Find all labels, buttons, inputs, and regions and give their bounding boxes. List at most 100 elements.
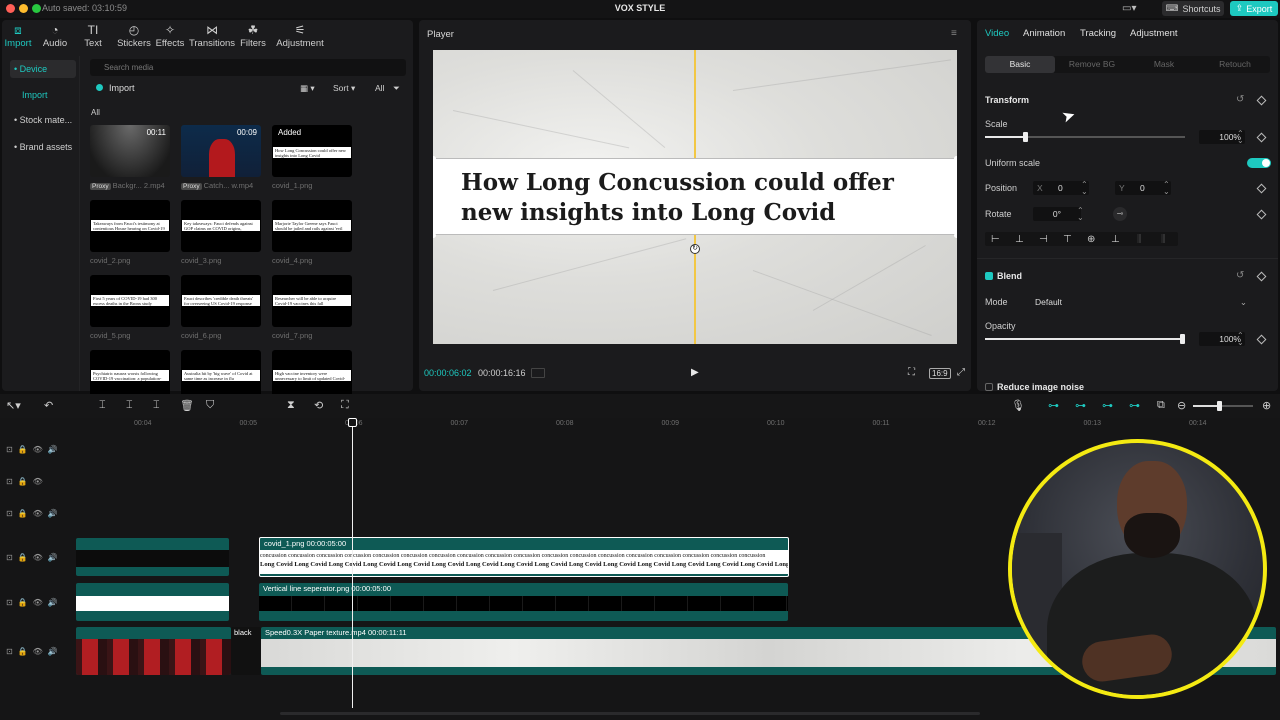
track-controls[interactable]: ⊡🔒👁🔊 [6,553,63,562]
zoom-slider-knob[interactable] [1217,401,1222,411]
sidebar-item-stock[interactable]: • Stock mate... [10,111,76,129]
transform-heading[interactable]: Transform [985,95,1029,105]
tool-transitions[interactable]: ⋈ Transitions [188,23,236,49]
mirror-icon[interactable]: ⧗ [287,399,295,412]
opacity-stepper-icon[interactable]: ⌃ ⌄ [1237,332,1244,347]
align-top-icon[interactable]: ⊤ [1063,234,1072,245]
opacity-slider[interactable] [985,334,1185,344]
aspect-ratio-button[interactable]: 16:9 [929,368,951,379]
playhead[interactable] [352,418,353,708]
sidebar-item-device[interactable]: • Device [10,60,76,78]
split-right-icon[interactable]: ⌶ [153,399,160,412]
tool-effects[interactable]: ✧ Effects [152,23,188,49]
snap-icon[interactable]: ⊶ [1048,399,1059,412]
subtab-mask[interactable]: Mask [1129,56,1199,73]
crop-icon[interactable]: ⛶ [341,399,349,412]
menu-icon[interactable]: ≡ [951,28,957,39]
align-bottom-icon[interactable]: ⊥ [1111,234,1120,245]
track-controls[interactable]: ⊡🔒👁🔊 [6,647,63,656]
keyframe-icon[interactable] [1256,132,1267,143]
subtab-remove-bg[interactable]: Remove BG [1057,56,1127,73]
distribute-v-icon[interactable]: ⫼ [1161,234,1166,245]
caption-icon[interactable]: ⧉ [1157,399,1165,412]
sidebar-item-brand-assets[interactable]: • Brand assets [10,138,76,156]
blend-mode-select[interactable]: Default ⌄ [1033,295,1251,309]
auto-ripple-icon[interactable]: ⊶ [1129,399,1140,412]
time-ruler[interactable]: 00:0400:0500:0600:0700:0800:0900:1000:11… [76,418,1280,432]
media-thumbnail[interactable]: Takeaways from Fauci's testimony at cont… [90,200,170,252]
tool-text[interactable]: TI Text [76,23,110,49]
timeline-scrollbar[interactable] [280,712,980,715]
tab-adjustment[interactable]: Adjustment [1130,28,1178,39]
media-thumbnail[interactable]: 00:09 [181,125,261,177]
stepper-icon[interactable]: ⌃ ⌄ [1163,181,1170,196]
stepper-icon[interactable]: ⌃ ⌄ [1077,207,1084,222]
scale-slider-knob[interactable] [1023,132,1028,142]
subtab-retouch[interactable]: Retouch [1200,56,1270,73]
align-middle-icon[interactable]: ⊕ [1087,234,1095,245]
layout-icon[interactable]: ▭▾ [1122,3,1136,14]
tool-stickers[interactable]: ◴ Stickers [114,23,154,49]
undo-icon[interactable]: ↶ [44,399,53,412]
headline-overlay[interactable]: How Long Concussion could offer new insi… [433,158,957,235]
media-thumbnail[interactable]: How Long Concussion could offer new insi… [272,125,352,177]
preview-canvas[interactable]: How Long Concussion could offer new insi… [433,50,957,344]
black-clip[interactable]: black [231,627,261,675]
media-thumbnail[interactable]: Researcher will be able to acquire Covid… [272,275,352,327]
sidebar-item-import[interactable]: Import [10,86,76,104]
resize-handle[interactable] [433,233,436,238]
keyframe-icon[interactable] [1256,95,1267,106]
rotate-icon[interactable]: ⟲ [314,399,323,412]
tab-video[interactable]: Video [985,28,1009,39]
play-button[interactable]: ▶ [691,367,699,378]
tool-filters[interactable]: ☘ Filters [236,23,270,49]
shortcuts-button[interactable]: ⌨ Shortcuts [1162,1,1224,16]
sort-button[interactable]: Sort ▾ [333,83,355,94]
tool-import[interactable]: ⧈ Import [2,23,34,49]
select-tool-icon[interactable]: ↖▾ [6,399,21,412]
scale-stepper-icon[interactable]: ⌃ ⌄ [1237,130,1244,145]
link-icon[interactable]: ⊶ [1075,399,1086,412]
tab-animation[interactable]: Animation [1023,28,1065,39]
split-icon[interactable]: ⌶ [99,399,106,412]
delete-icon[interactable]: 🗑 [180,399,194,412]
reset-icon[interactable]: ↺ [1236,94,1244,105]
blend-checkbox[interactable] [985,272,993,280]
tool-audio[interactable]: ◔ Audio [38,23,72,49]
timeline-clip[interactable] [76,538,229,576]
reduce-noise-checkbox[interactable] [985,383,993,391]
preview-axis-icon[interactable]: ⊶ [1102,399,1113,412]
filter-icon[interactable]: ⏷ [393,83,400,94]
media-thumbnail[interactable]: Key takeaways: Fauci defends against GOP… [181,200,261,252]
split-left-icon[interactable]: ⌶ [126,399,133,412]
rotate-dial-icon[interactable]: ⊸ [1113,207,1127,221]
track-controls[interactable]: ⊡🔒👁🔊 [6,598,63,607]
tool-adjustment[interactable]: ⚟ Adjustment [272,23,328,49]
fullscreen-icon[interactable]: ⤢ [957,367,965,378]
microphone-icon[interactable]: 🎙 [1011,399,1025,412]
grid-view-icon[interactable]: ▦ ▾ [300,83,315,94]
resize-handle[interactable] [954,233,957,238]
timeline-clip[interactable] [76,583,229,621]
reset-icon[interactable]: ↺ [1236,270,1244,281]
rotate-handle-icon[interactable]: ↻ [690,244,700,254]
track-controls[interactable]: ⊡🔒👁 [6,477,48,486]
media-thumbnail[interactable]: Marjorie Taylor Greene says Fauci should… [272,200,352,252]
separator-clip[interactable]: Vertical line seperator.png 00:00:05:00 [259,583,788,621]
all-filter-button[interactable]: All [375,83,384,93]
resize-handle[interactable] [954,156,957,161]
scale-slider[interactable] [985,132,1185,142]
opacity-slider-knob[interactable] [1180,334,1185,344]
align-right-icon[interactable]: ⊣ [1039,234,1048,245]
export-button[interactable]: ⇪ Export [1230,1,1278,16]
subtab-basic[interactable]: Basic [985,56,1055,73]
media-thumbnail[interactable]: 00:11 [90,125,170,177]
playhead-handle[interactable] [348,418,357,427]
keyframe-icon[interactable] [1256,209,1267,220]
keyframe-icon[interactable] [1256,183,1267,194]
zoom-slider[interactable] [1193,401,1253,411]
uniform-scale-toggle[interactable] [1247,158,1271,168]
reduce-noise-heading[interactable]: Reduce image noise [997,382,1084,392]
track-controls[interactable]: ⊡🔒👁🔊 [6,445,63,454]
fit-screen-icon[interactable]: ⛶ [908,367,915,378]
